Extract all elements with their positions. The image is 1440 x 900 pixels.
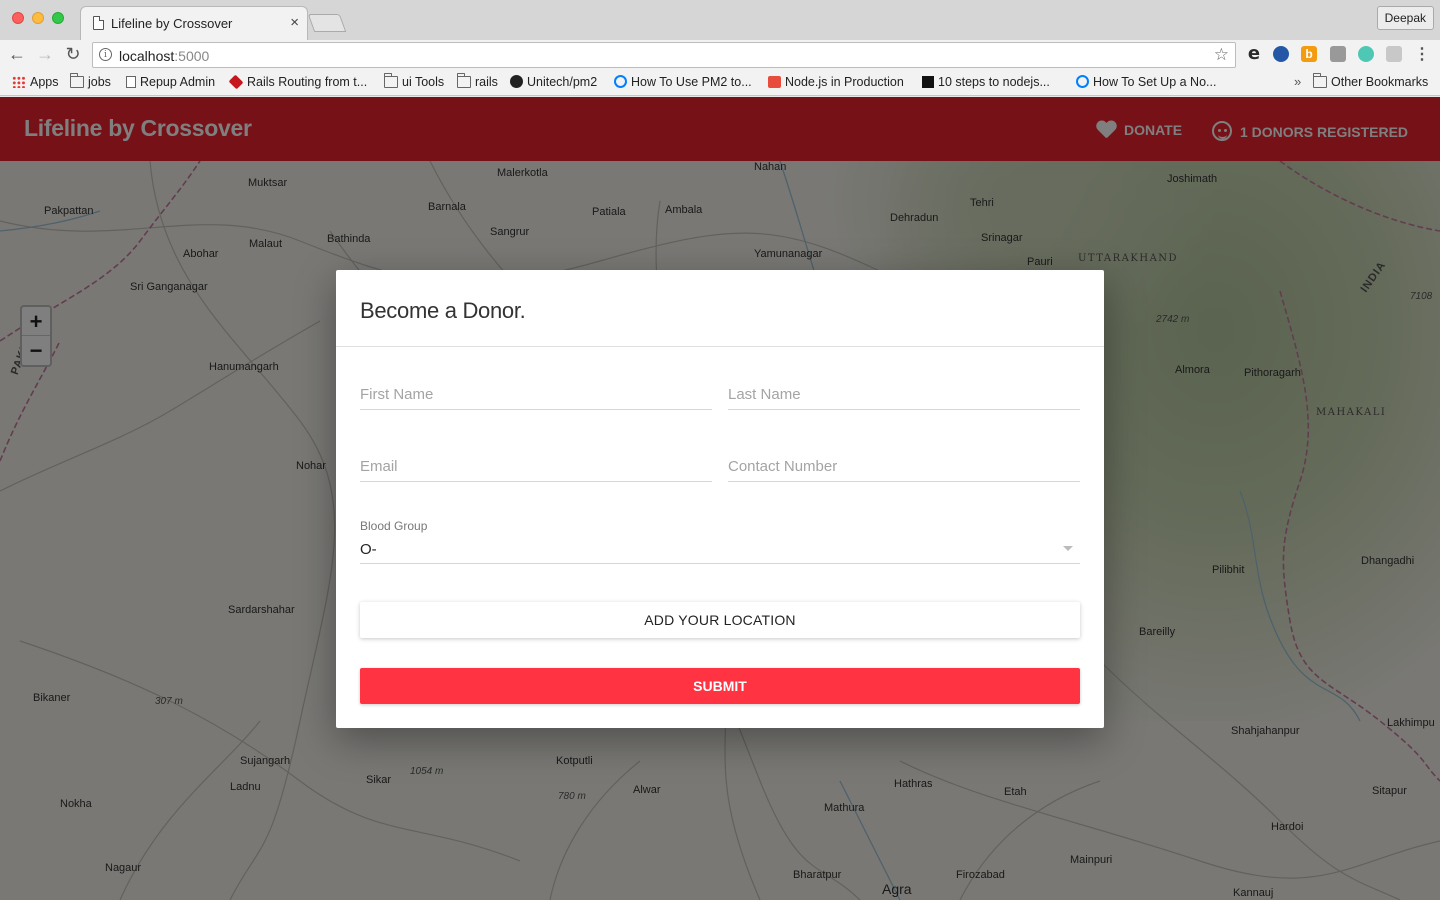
extension-icon[interactable] [1358, 46, 1374, 62]
folder-icon [384, 73, 398, 88]
apps-grid-icon [12, 76, 26, 88]
add-location-button[interactable]: ADD YOUR LOCATION [360, 602, 1080, 638]
extension-icon[interactable] [1386, 46, 1402, 62]
ruby-icon [228, 74, 244, 90]
donor-modal: Become a Donor. Blood Group O- ADD YOUR … [336, 270, 1104, 728]
last-name-input[interactable] [728, 380, 1080, 410]
forward-arrow-icon[interactable]: → [34, 44, 56, 65]
bookmark-pm2-howto[interactable]: How To Use PM2 to... [614, 75, 752, 89]
bookmark-folder-ui-tools[interactable]: ui Tools [384, 73, 444, 89]
url-text[interactable]: localhost:5000 [119, 48, 209, 64]
bookmark-nodejs-steps[interactable]: 10 steps to nodejs... [922, 75, 1050, 89]
blood-group-label: Blood Group [360, 519, 428, 533]
profile-button[interactable]: Deepak [1376, 6, 1434, 30]
digitalocean-icon [614, 75, 627, 88]
bookmarks-overflow-icon[interactable]: » [1294, 74, 1301, 89]
folder-icon [457, 73, 471, 88]
bookmark-star-icon[interactable]: ☆ [1214, 45, 1229, 65]
bookmark-unitech-pm2[interactable]: Unitech/pm2 [510, 75, 597, 89]
app-viewport: Lifeline by Crossover DONATE 1 DONORS RE… [0, 97, 1440, 900]
page-icon [93, 16, 104, 30]
modal-title: Become a Donor. [360, 298, 526, 323]
bookmarks-bar: Apps jobs Repup Admin Rails Routing from… [0, 71, 1440, 96]
contact-number-input[interactable] [728, 452, 1080, 482]
folder-icon [70, 73, 84, 88]
submit-button[interactable]: SUBMIT [360, 668, 1080, 704]
reload-icon[interactable]: ↻ [62, 44, 84, 65]
folder-icon [1313, 73, 1327, 88]
bookmark-setup-node[interactable]: How To Set Up a No... [1076, 75, 1216, 89]
edge-extension-icon[interactable]: e [1246, 45, 1262, 63]
blood-group-value: O- [360, 541, 377, 558]
window-minimize-button[interactable] [32, 12, 44, 24]
github-icon [510, 75, 523, 88]
browser-titlebar: Lifeline by Crossover × Deepak [0, 0, 1440, 40]
first-name-input[interactable] [360, 380, 712, 410]
bookmark-other[interactable]: Other Bookmarks [1313, 73, 1428, 89]
extension-icon[interactable] [1273, 46, 1289, 62]
bookmark-apps[interactable]: Apps [12, 75, 59, 89]
bookmark-folder-jobs[interactable]: jobs [70, 73, 111, 89]
blood-group-select[interactable]: O- [360, 536, 1080, 564]
more-menu-icon[interactable]: ⋮ [1414, 44, 1430, 64]
site-info-icon[interactable]: i [99, 48, 112, 61]
window-close-button[interactable] [12, 12, 24, 24]
camera-extension-icon[interactable] [1330, 46, 1346, 62]
digitalocean-icon [1076, 75, 1089, 88]
extension-icon[interactable]: b [1301, 46, 1317, 62]
terminal-icon [922, 76, 934, 88]
bookmark-rails-routing[interactable]: Rails Routing from t... [228, 74, 367, 90]
bookmark-folder-rails[interactable]: rails [457, 73, 498, 89]
tab-close-icon[interactable]: × [290, 14, 299, 31]
chevron-down-icon [1063, 546, 1073, 551]
bookmark-nodejs-production[interactable]: Node.js in Production [768, 75, 904, 89]
window-zoom-button[interactable] [52, 12, 64, 24]
new-tab-button[interactable] [307, 14, 347, 32]
browser-tab-active[interactable]: Lifeline by Crossover × [80, 6, 308, 40]
modal-header: Become a Donor. [336, 270, 1104, 347]
address-bar[interactable]: i localhost:5000 ☆ [92, 42, 1236, 68]
email-input[interactable] [360, 452, 712, 482]
node-icon [768, 76, 781, 88]
page-icon [126, 76, 136, 88]
tab-title: Lifeline by Crossover [111, 16, 233, 31]
browser-toolbar: ← → ↻ i localhost:5000 ☆ e b ⋮ [0, 40, 1440, 71]
back-arrow-icon[interactable]: ← [6, 44, 28, 65]
bookmark-repup-admin[interactable]: Repup Admin [126, 75, 215, 89]
